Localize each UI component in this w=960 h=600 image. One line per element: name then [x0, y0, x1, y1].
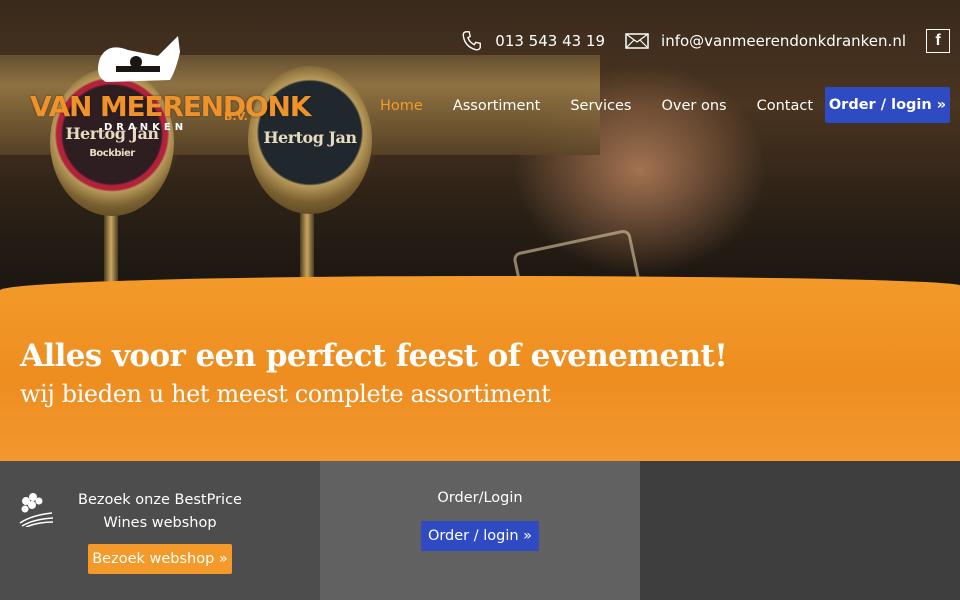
logo-subtitle: DRANKEN [104, 122, 188, 133]
order-panel-title: Order/Login [437, 490, 523, 506]
facebook-icon[interactable]: f [926, 29, 950, 53]
empty-panel [640, 461, 960, 600]
order-login-button[interactable]: Order / login » [825, 87, 950, 123]
badge-brand: Hertog Jan [263, 128, 357, 147]
order-login-panel-button[interactable]: Order / login » [421, 521, 539, 551]
main-nav: Home Assortiment Services Over ons Conta… [380, 96, 813, 116]
webshop-text: Bezoek onze BestPrice Wines webshop [78, 492, 242, 531]
nav-contact[interactable]: Contact [757, 96, 813, 116]
contact-bar: 013 543 43 19 info@vanmeerendonkdranken.… [441, 28, 950, 54]
nav-assortiment[interactable]: Assortiment [453, 96, 541, 116]
email-address: info@vanmeerendonkdranken.nl [661, 32, 906, 50]
nav-services[interactable]: Services [570, 96, 631, 116]
mail-icon [625, 33, 649, 49]
logo-name: VAN MEERENDONK [30, 90, 311, 123]
logo-suffix: B.V. [224, 110, 248, 123]
nav-home[interactable]: Home [380, 96, 423, 116]
tap-badge-hertog-jan: Hertog Jan [248, 66, 372, 214]
phone-number: 013 543 43 19 [495, 32, 606, 50]
email-link[interactable]: info@vanmeerendonkdranken.nl [625, 32, 906, 50]
banner-subtitle: wij bieden u het meest complete assortim… [20, 380, 551, 408]
order-panel: Order/Login Order / login » [320, 461, 640, 600]
phone-icon [462, 31, 482, 51]
grapes-icon [19, 493, 54, 527]
webshop-panel: Bezoek onze BestPrice Wines webshop Bezo… [0, 461, 320, 600]
badge-sub: Bockbier [89, 148, 135, 159]
visit-webshop-button[interactable]: Bezoek webshop » [88, 544, 232, 574]
phone-link[interactable]: 013 543 43 19 [461, 30, 605, 52]
banner-title: Alles voor een perfect feest of evenemen… [20, 338, 728, 374]
nav-over-ons[interactable]: Over ons [661, 96, 726, 116]
